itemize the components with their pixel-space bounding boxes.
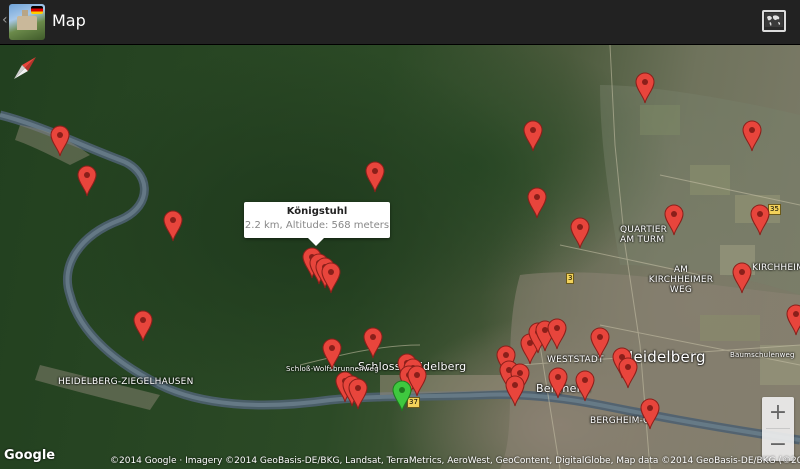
castle-shape: [17, 16, 37, 30]
marker-info-window[interactable]: Königstuhl 2.2 km, Altitude: 568 meters: [244, 202, 390, 246]
poi-marker-icon[interactable]: [590, 327, 610, 359]
poi-marker-icon[interactable]: [321, 262, 341, 294]
poi-marker-icon[interactable]: [348, 378, 368, 410]
action-bar: ‹ Map: [0, 0, 800, 45]
poi-marker-icon[interactable]: [365, 161, 385, 193]
poi-marker-icon[interactable]: [50, 125, 70, 157]
poi-marker-icon[interactable]: [505, 375, 525, 407]
german-flag-icon: [31, 6, 43, 14]
poi-marker-icon[interactable]: [527, 187, 547, 219]
label-am-kirchheimer-weg: AM KIRCHHEIMER WEG: [648, 265, 714, 295]
current-location-marker-icon[interactable]: [392, 380, 412, 412]
label-quartier-am-turm: QUARTIER AM TURM: [620, 225, 668, 245]
info-window-subtitle: 2.2 km, Altitude: 568 meters: [244, 220, 390, 231]
app-icon[interactable]: [9, 4, 45, 40]
info-window-title: Königstuhl: [286, 206, 348, 217]
poi-marker-icon[interactable]: [635, 72, 655, 104]
road-badge-3: 3: [566, 273, 575, 284]
poi-marker-icon[interactable]: [322, 338, 342, 370]
compass-icon[interactable]: [12, 55, 38, 81]
poi-marker-icon[interactable]: [575, 370, 595, 402]
poi-marker-icon[interactable]: [664, 204, 684, 236]
label-kirchheim: KIRCHHEIM: [752, 263, 800, 273]
page-title: Map: [52, 11, 86, 30]
zoom-in-button[interactable]: +: [762, 397, 794, 428]
up-navigation-caret[interactable]: ‹: [2, 12, 8, 28]
map-attribution: ©2014 Google · Imagery ©2014 GeoBasis-DE…: [110, 456, 800, 466]
poi-marker-icon[interactable]: [570, 217, 590, 249]
poi-marker-icon[interactable]: [523, 120, 543, 152]
poi-marker-icon[interactable]: [618, 357, 638, 389]
world-map-icon: [765, 13, 783, 27]
poi-marker-icon[interactable]: [77, 165, 97, 197]
app-root: ‹ Map HEIDELBERG-ZIEGELHAUSEN Schloss He…: [0, 0, 800, 469]
google-logo: Google: [4, 448, 56, 463]
map-layers-button[interactable]: [762, 10, 786, 32]
label-ziegelhausen: HEIDELBERG-ZIEGELHAUSEN: [58, 377, 194, 387]
poi-marker-icon[interactable]: [750, 204, 770, 236]
poi-marker-icon[interactable]: [640, 398, 660, 430]
poi-marker-icon[interactable]: [732, 262, 752, 294]
zoom-controls: + −: [762, 397, 794, 461]
poi-marker-icon[interactable]: [548, 367, 568, 399]
poi-marker-icon[interactable]: [133, 310, 153, 342]
poi-marker-icon[interactable]: [163, 210, 183, 242]
poi-marker-icon[interactable]: [742, 120, 762, 152]
poi-marker-icon[interactable]: [363, 327, 383, 359]
satellite-map[interactable]: HEIDELBERG-ZIEGELHAUSEN Schloss Heidelbe…: [0, 45, 800, 469]
label-baumschulenweg: Baumschulenweg: [730, 351, 795, 359]
poi-marker-icon[interactable]: [786, 304, 800, 336]
poi-marker-icon[interactable]: [547, 318, 567, 350]
